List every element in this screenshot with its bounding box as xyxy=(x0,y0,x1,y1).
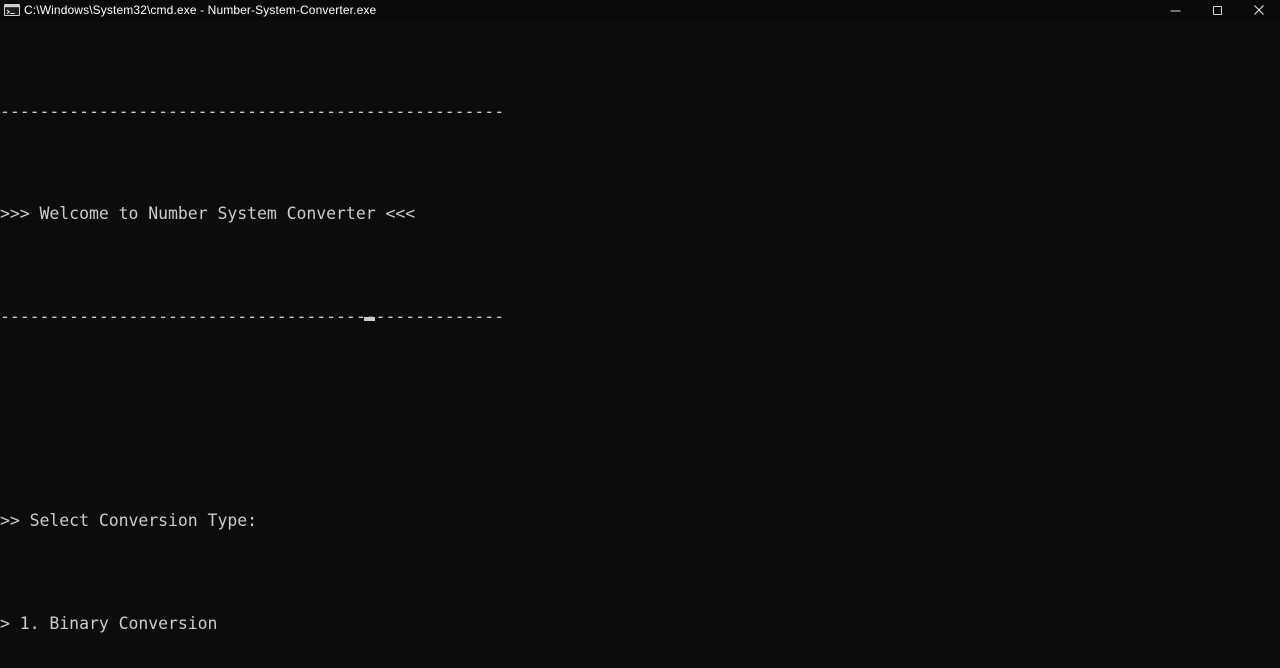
text-cursor xyxy=(364,317,375,321)
terminal-screen: ----------------------------------------… xyxy=(0,20,504,668)
menu-heading: >> Select Conversion Type: xyxy=(0,511,257,531)
title-bar[interactable]: C:\Windows\System32\cmd.exe - Number-Sys… xyxy=(0,0,1280,20)
maximize-button[interactable] xyxy=(1196,0,1238,20)
window-title: C:\Windows\System32\cmd.exe - Number-Sys… xyxy=(24,3,377,17)
banner-heading: >>> Welcome to Number System Converter <… xyxy=(0,204,416,224)
close-button[interactable] xyxy=(1238,0,1280,20)
minimize-button[interactable] xyxy=(1154,0,1196,20)
banner-rule-bottom: ----------------------------------------… xyxy=(0,306,505,326)
cmd-console-icon xyxy=(4,2,20,18)
banner-rule-top: ----------------------------------------… xyxy=(0,101,505,121)
console-output-area[interactable]: ----------------------------------------… xyxy=(0,20,1280,668)
cmd-window: C:\Windows\System32\cmd.exe - Number-Sys… xyxy=(0,0,1280,668)
window-controls xyxy=(1154,0,1280,20)
menu-item-binary-conversion[interactable]: > 1. Binary Conversion xyxy=(0,611,504,637)
